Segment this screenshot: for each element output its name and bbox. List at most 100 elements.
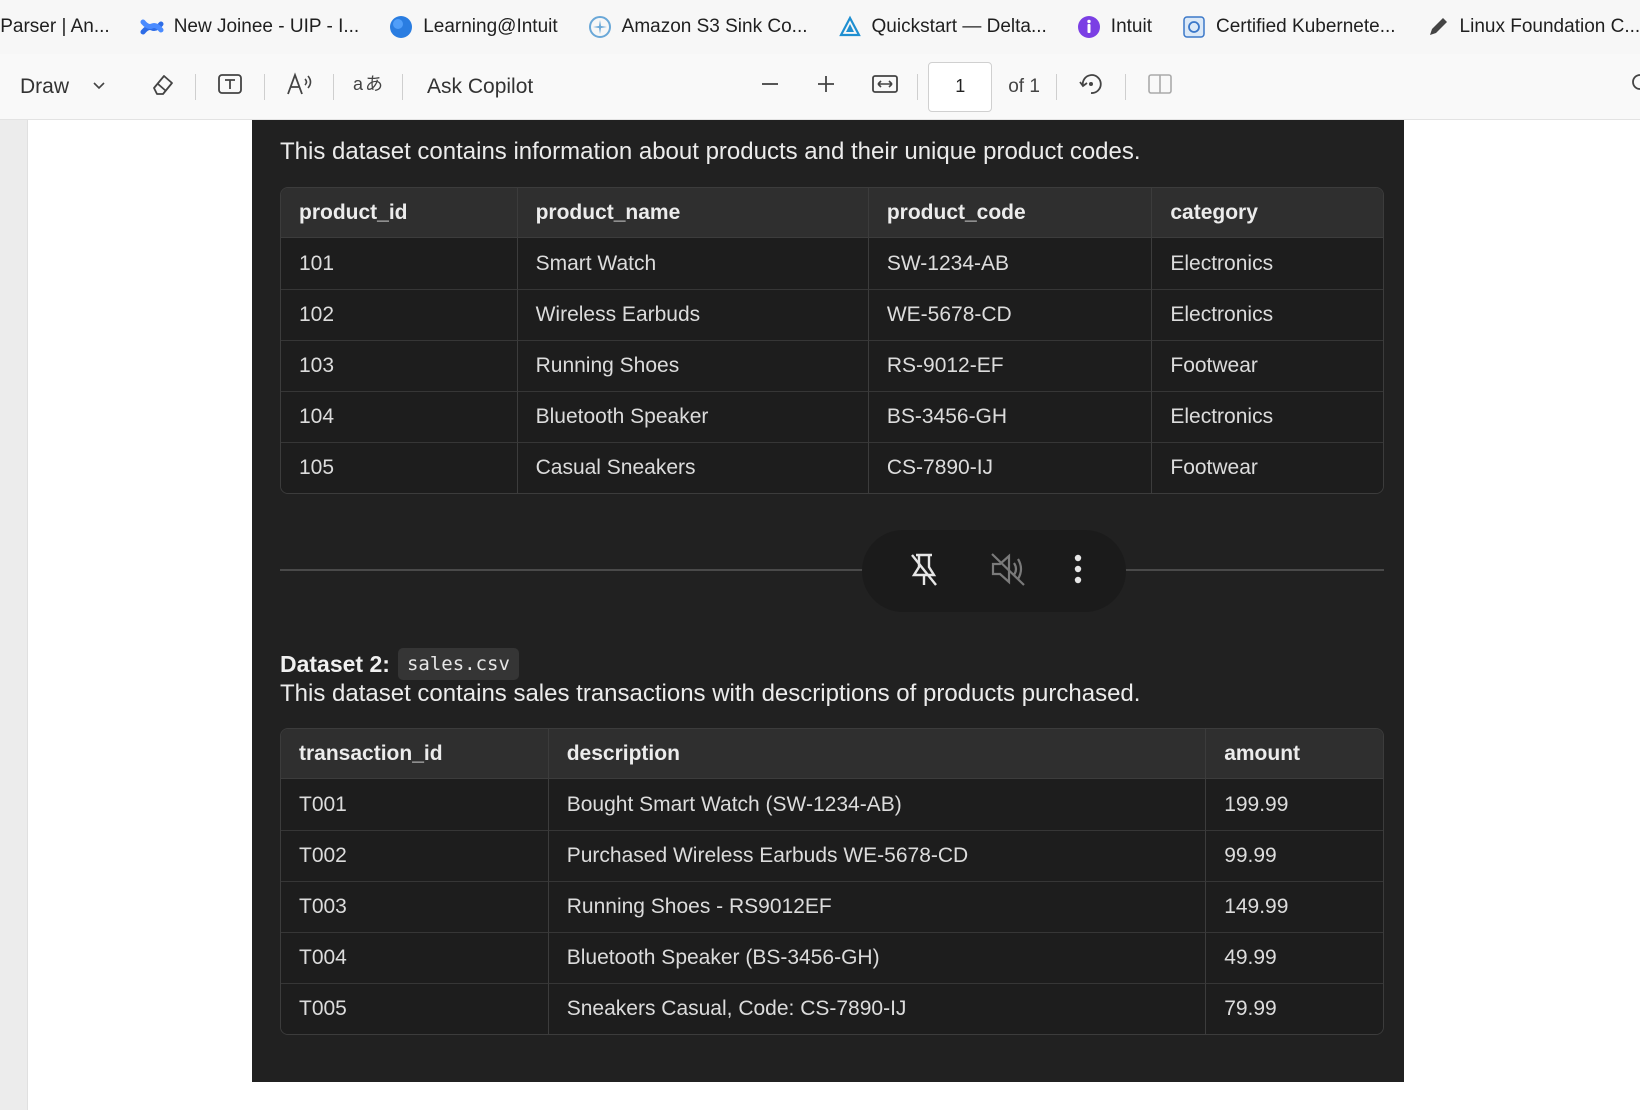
table-cell: WE-5678-CD — [867, 289, 1152, 340]
column-header: product_code — [867, 188, 1152, 238]
table-cell: Wireless Earbuds — [516, 289, 868, 340]
table-cell: 103 — [281, 340, 517, 391]
bookmark-item-new-joinee[interactable]: New Joinee - UIP - I... — [140, 15, 360, 39]
fit-width-icon — [871, 72, 899, 102]
fit-to-width-button[interactable] — [871, 72, 899, 102]
table-cell: T002 — [281, 830, 548, 881]
dataset2-description: This dataset contains sales transactions… — [280, 680, 1141, 707]
bookmark-label: Amazon S3 Sink Co... — [621, 16, 808, 37]
svg-text:あ: あ — [365, 74, 383, 95]
confluence-icon — [140, 15, 164, 39]
dataset2-heading: Dataset 2: sales.csv — [280, 648, 519, 680]
chevron-down-icon — [91, 75, 107, 99]
table-cell: RS-9012-EF — [867, 340, 1152, 391]
toolbar-separator — [917, 73, 919, 100]
table-row: 104 Bluetooth Speaker BS-3456-GH Electro… — [281, 391, 1383, 442]
left-gutter — [0, 120, 28, 1110]
toolbar-separator — [402, 73, 404, 100]
bookmark-item-linux-foundation[interactable]: Linux Foundation C... — [1426, 15, 1640, 39]
delta-icon — [838, 15, 862, 39]
table-cell: 199.99 — [1205, 779, 1383, 830]
bookmark-label: Linux Foundation C... — [1459, 16, 1640, 37]
toolbar-separator — [1124, 73, 1126, 100]
column-header: description — [547, 729, 1206, 779]
toolbar-separator — [264, 73, 266, 100]
table-cell: Bluetooth Speaker — [516, 391, 868, 442]
table-row: T001 Bought Smart Watch (SW-1234-AB) 199… — [281, 779, 1383, 830]
column-header: category — [1151, 188, 1383, 238]
globe-icon — [389, 15, 413, 39]
sales-table: transaction_id description amount T001 B… — [280, 728, 1384, 1035]
table-cell: Smart Watch — [516, 238, 868, 289]
dataset2-filename: sales.csv — [397, 648, 519, 680]
table-cell: Purchased Wireless Earbuds WE-5678-CD — [547, 830, 1206, 881]
section-divider — [280, 569, 1384, 571]
table-row: 103 Running Shoes RS-9012-EF Footwear — [281, 340, 1383, 391]
page-view-icon — [1146, 71, 1174, 103]
table-row: 101 Smart Watch SW-1234-AB Electronics — [281, 238, 1383, 289]
products-table: product_id product_name product_code cat… — [280, 187, 1384, 494]
bookmark-label: New Joinee - UIP - I... — [173, 16, 360, 37]
table-cell: 49.99 — [1205, 932, 1383, 983]
search-icon — [1626, 72, 1640, 102]
toolbar-separator — [1055, 73, 1057, 100]
bookmark-label: Learning@Intuit — [423, 16, 558, 37]
confluent-icon — [588, 15, 612, 39]
toolbar-separator — [195, 73, 197, 100]
zoom-in-button[interactable] — [815, 73, 837, 101]
read-aloud-icon — [285, 70, 315, 104]
rotate-button[interactable] — [1077, 70, 1105, 104]
media-controls — [862, 530, 1126, 612]
table-cell: 101 — [281, 238, 517, 289]
bookmark-item-learning-intuit[interactable]: Learning@Intuit — [389, 15, 558, 39]
add-text-button[interactable] — [216, 70, 244, 104]
intuit-icon — [1077, 15, 1101, 39]
dataset2-heading-label: Dataset 2: — [280, 650, 390, 677]
table-cell: Bought Smart Watch (SW-1234-AB) — [547, 779, 1206, 830]
erase-button[interactable] — [149, 70, 177, 104]
unpin-icon[interactable] — [904, 549, 944, 594]
bookmark-item-certified-kubernetes[interactable]: Certified Kubernete... — [1182, 15, 1396, 39]
svg-text:a: a — [353, 74, 364, 94]
table-header-row: transaction_id description amount — [281, 729, 1383, 779]
pen-icon — [1426, 15, 1450, 39]
bookmark-label: Certified Kubernete... — [1216, 16, 1396, 37]
minus-icon — [759, 73, 781, 101]
bookmark-label: Intuit — [1110, 16, 1152, 37]
table-cell: Casual Sneakers — [516, 442, 868, 493]
translate-button[interactable]: aあ — [352, 70, 384, 104]
table-cell: SW-1234-AB — [867, 238, 1152, 289]
table-cell: Bluetooth Speaker (BS-3456-GH) — [547, 932, 1206, 983]
table-header-row: product_id product_name product_code cat… — [281, 188, 1383, 238]
bookmarks-bar: lParser | An... New Joinee - UIP - I... … — [0, 0, 1640, 54]
bookmark-item-parser[interactable]: lParser | An... — [0, 16, 110, 38]
mute-icon[interactable] — [987, 549, 1029, 594]
pdf-viewer[interactable]: This dataset contains information about … — [0, 120, 1640, 1110]
table-cell: Footwear — [1151, 340, 1383, 391]
table-cell: T003 — [281, 881, 548, 932]
table-row: T005 Sneakers Casual, Code: CS-7890-IJ 7… — [281, 983, 1383, 1034]
page-view-button[interactable] — [1146, 71, 1174, 103]
rotate-icon — [1077, 70, 1105, 104]
table-cell: T005 — [281, 983, 548, 1034]
pdf-page: This dataset contains information about … — [252, 120, 1404, 1082]
more-options-icon[interactable] — [1072, 549, 1084, 594]
kubernetes-icon — [1182, 15, 1206, 39]
draw-button[interactable]: Draw — [20, 75, 107, 99]
zoom-out-button[interactable] — [759, 73, 781, 101]
pdf-toolbar: Draw aあ Ask Copilot 1 of 1 — [0, 54, 1640, 120]
bookmark-item-quickstart-delta[interactable]: Quickstart — Delta... — [838, 15, 1047, 39]
page-total-label: of 1 — [1008, 75, 1040, 97]
bookmark-item-amazon-s3[interactable]: Amazon S3 Sink Co... — [588, 15, 808, 39]
column-header: transaction_id — [281, 729, 548, 779]
table-cell: 79.99 — [1205, 983, 1383, 1034]
bookmark-item-intuit[interactable]: Intuit — [1077, 15, 1152, 39]
table-cell: Electronics — [1151, 238, 1383, 289]
bookmark-label: Quickstart — Delta... — [871, 16, 1047, 37]
read-aloud-button[interactable] — [285, 70, 315, 104]
search-button[interactable] — [1626, 72, 1640, 102]
column-header: product_name — [516, 188, 868, 238]
plus-icon — [815, 73, 837, 101]
ask-copilot-button[interactable]: Ask Copilot — [427, 75, 533, 99]
page-number-input[interactable]: 1 — [928, 61, 993, 112]
